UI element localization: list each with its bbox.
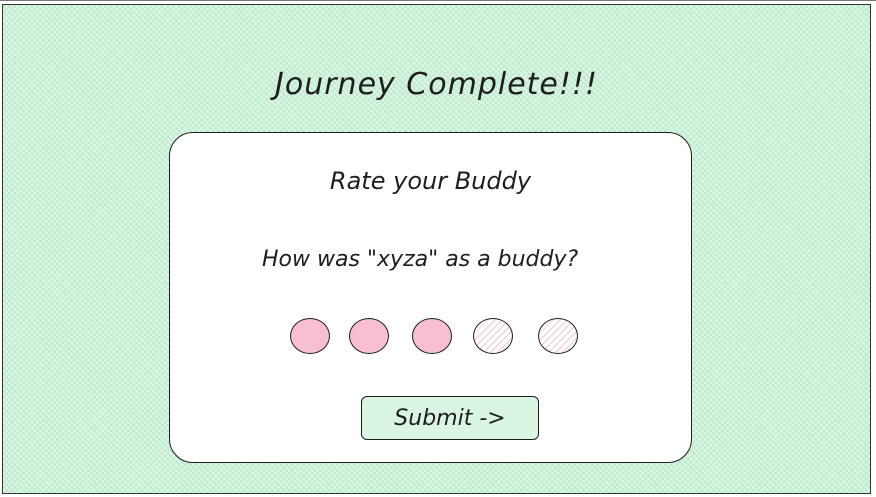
rating-dot-2[interactable] (349, 318, 389, 354)
rating-dot-3[interactable] (412, 318, 452, 354)
rating-card: Rate your Buddy How was "xyza" as a budd… (169, 132, 692, 463)
page-title: Journey Complete!!! (275, 67, 598, 102)
rating-question: How was "xyza" as a buddy? (262, 247, 579, 272)
rating-dot-1[interactable] (290, 318, 330, 354)
screen-frame: Journey Complete!!! Rate your Buddy How … (2, 4, 871, 494)
rating-dot-5[interactable] (538, 318, 578, 354)
rating-dot-4[interactable] (473, 318, 513, 354)
buddy-rating (290, 318, 590, 362)
submit-button[interactable]: Submit -> (361, 396, 539, 440)
card-title: Rate your Buddy (329, 167, 532, 195)
